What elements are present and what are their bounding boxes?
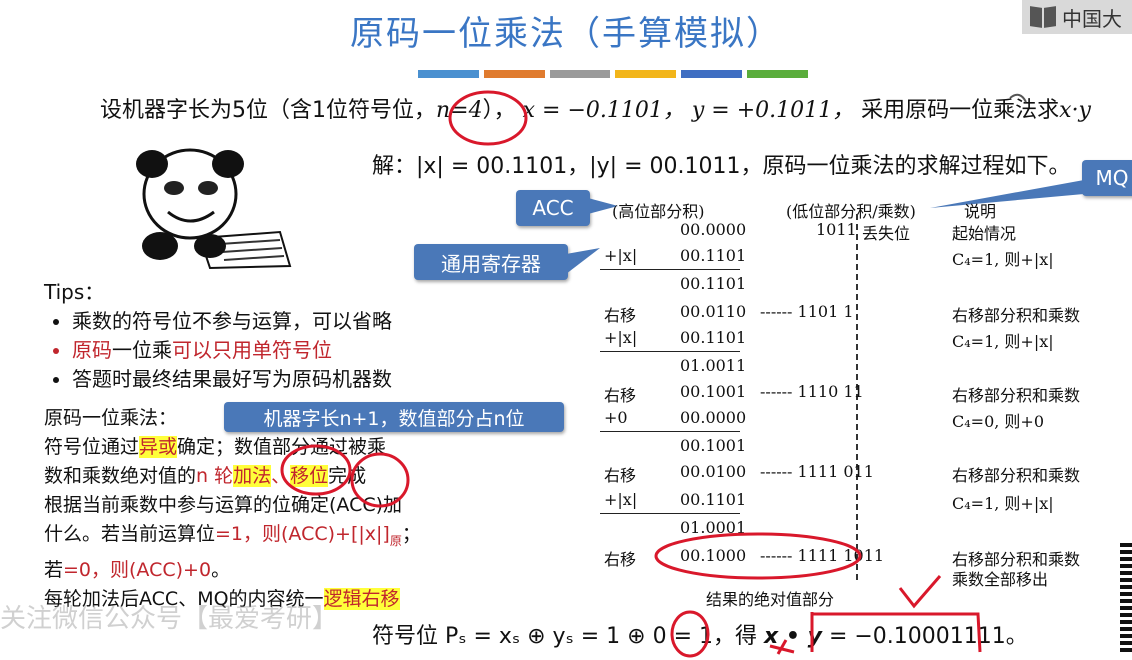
red-annotations [280,90,1027,658]
